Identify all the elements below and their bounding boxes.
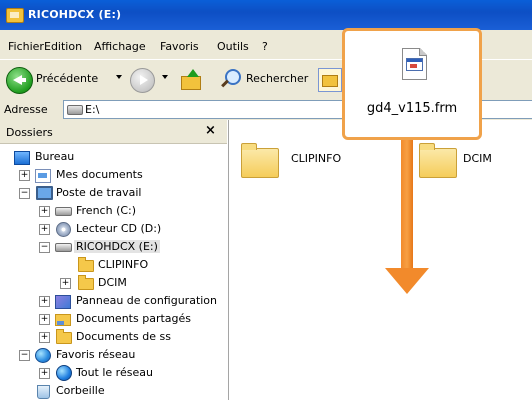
tree-item-label: French (C:) [76,204,137,217]
back-arrow-icon[interactable] [6,67,33,94]
tree-item-label: Documents partagés [76,312,191,325]
frm-file-icon[interactable] [402,48,427,80]
file-name: CLIPINFO [291,152,342,165]
shared-folder-icon [55,314,71,326]
folder-icon [56,329,72,344]
back-dropdown-icon[interactable] [116,75,122,79]
back-button[interactable]: Précédente [36,72,98,85]
network-icon [35,348,51,363]
expand-icon[interactable]: + [39,368,50,379]
globe-icon [56,365,72,381]
list-item[interactable]: CLIPINFO [241,142,361,182]
tree-item-label: Lecteur CD (D:) [76,222,162,235]
tree-item-label: Documents de ss [76,330,171,343]
menu-edition[interactable]: Edition [44,40,82,53]
tree-item-panneau-de-configuration[interactable]: + Panneau de configuration [0,292,228,310]
tree-item-label: Tout le réseau [76,366,153,379]
title-bar: RICOHDCX (E:) [0,0,532,30]
folders-pane-header: Dossiers × [0,120,227,144]
drag-arrow [401,140,413,270]
expand-icon[interactable]: + [60,278,71,289]
expand-icon[interactable]: + [39,332,50,343]
tree-item-label: Poste de travail [56,186,142,199]
collapse-icon[interactable]: − [19,350,30,361]
control-panel-icon [55,295,71,309]
tree-item-french-c[interactable]: + French (C:) [0,202,228,220]
drag-arrow-head-icon [385,268,429,294]
address-label: Adresse [4,103,48,116]
folder-icon [241,143,279,178]
close-icon[interactable]: × [205,123,216,138]
window-title: RICOHDCX (E:) [28,8,122,21]
tree-item-lecteur-cd[interactable]: + Lecteur CD (D:) [0,220,228,238]
tree-item-documents-partages[interactable]: + Documents partagés [0,310,228,328]
tree-item-dcim[interactable]: + DCIM [0,274,228,292]
cd-drive-icon [56,222,71,237]
tree-item-documents-de-ss[interactable]: + Documents de ss [0,328,228,346]
expand-icon[interactable]: + [39,296,50,307]
expand-icon[interactable]: + [39,206,50,217]
desktop-icon [14,151,30,165]
tree-item-label: Favoris réseau [56,348,136,361]
menu-favoris[interactable]: Favoris [160,40,199,53]
callout-filename: gd4_v115.frm [366,101,458,116]
forward-arrow-icon[interactable] [130,68,155,93]
menu-outils[interactable]: Outils [217,40,249,53]
folder-up-icon[interactable] [181,69,201,90]
tree-item-corbeille[interactable]: Corbeille [0,382,228,400]
tree-item-bureau[interactable]: Bureau [0,148,228,166]
recycle-bin-icon [37,385,50,399]
tree-item-label: Panneau de configuration [76,294,218,307]
expand-icon[interactable]: + [39,314,50,325]
list-item[interactable]: DCIM [419,142,529,182]
tree-item-label: Mes documents [56,168,143,181]
tree-item-poste-de-travail[interactable]: − Poste de travail [0,184,228,202]
explorer-window: RICOHDCX (E:) Fichier Edition Affichage … [0,0,532,400]
tree-item-label-selected: RICOHDCX (E:) [74,240,160,253]
file-list: CLIPINFO DCIM [229,120,532,400]
expand-icon[interactable]: + [19,170,30,181]
tree-item-label: CLIPINFO [98,258,149,271]
folders-pane: Dossiers × Bureau + Mes documents − Post… [0,120,229,400]
tree-item-label: Corbeille [56,384,105,397]
folders-view-icon[interactable] [318,68,342,92]
drive-folder-icon [6,8,24,23]
tree-item-label: DCIM [98,276,127,289]
expand-icon[interactable]: + [39,224,50,235]
drive-icon [55,207,72,216]
drive-icon [55,243,72,252]
folder-icon [419,143,457,178]
collapse-icon[interactable]: − [39,242,50,253]
documents-icon [35,169,51,183]
menu-help[interactable]: ? [262,40,268,53]
search-button[interactable]: Rechercher [246,72,308,85]
folders-pane-title: Dossiers [6,126,53,139]
collapse-icon[interactable]: − [19,188,30,199]
drive-icon [67,105,83,115]
tree-item-favoris-reseau[interactable]: − Favoris réseau [0,346,228,364]
folder-icon [78,257,94,272]
file-name: DCIM [463,152,492,165]
address-value[interactable]: E:\ [85,103,99,116]
tree-item-ricohdcx[interactable]: − RICOHDCX (E:) [0,238,228,256]
tree-item-label: Bureau [35,150,75,163]
tree-item-clipinfo[interactable]: CLIPINFO [0,256,228,274]
forward-dropdown-icon[interactable] [162,75,168,79]
menu-fichier[interactable]: Fichier [8,40,44,53]
menu-affichage[interactable]: Affichage [94,40,146,53]
file-callout: gd4_v115.frm [342,28,482,140]
computer-icon [36,186,53,200]
tree-item-mes-documents[interactable]: + Mes documents [0,166,228,184]
search-icon[interactable] [220,68,242,90]
tree-item-tout-le-reseau[interactable]: + Tout le réseau [0,364,228,382]
folder-icon [78,275,94,290]
